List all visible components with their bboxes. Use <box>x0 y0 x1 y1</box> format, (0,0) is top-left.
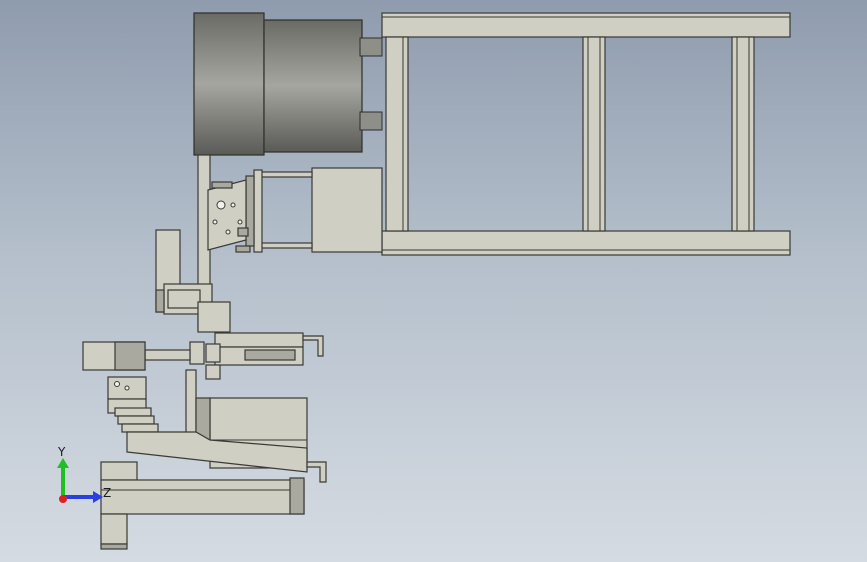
y-axis-label: Y <box>57 445 66 459</box>
motor-drum[interactable] <box>193 12 383 156</box>
x-axis-dot <box>59 495 67 503</box>
guide-rod-bottom <box>257 242 313 249</box>
frame-post-right <box>731 36 755 232</box>
guide-rod-top <box>257 171 313 178</box>
base-hook <box>306 461 327 483</box>
lower-rod <box>185 369 197 441</box>
frame-post-left <box>385 36 409 232</box>
middle-top-plate <box>214 332 304 348</box>
frame-bottom-rail <box>381 230 791 256</box>
frame-assembly[interactable] <box>381 12 791 256</box>
y-axis-head <box>57 458 69 468</box>
assembly-drawing[interactable]: Y Z <box>0 0 867 562</box>
drum-shaft-lower <box>359 111 383 131</box>
clamp-plate <box>253 169 263 253</box>
base-beam <box>100 479 305 515</box>
frame-post-middle <box>582 36 606 232</box>
arm-elbow <box>197 301 231 333</box>
base-foot <box>100 513 128 545</box>
cad-graphics-viewport[interactable]: Y Z <box>0 0 867 562</box>
gripper-body <box>207 179 247 251</box>
drum-shaft-upper <box>359 37 383 57</box>
cylinder-block <box>311 167 383 253</box>
gripper-hole <box>216 200 226 210</box>
piston-rod <box>144 349 191 361</box>
drum-front-section <box>193 12 265 156</box>
drum-rear-section <box>263 19 363 153</box>
clamp-head-assembly[interactable] <box>207 167 383 253</box>
hook-bracket <box>302 335 324 357</box>
z-axis-label: Z <box>103 486 111 500</box>
base-step <box>100 461 138 481</box>
